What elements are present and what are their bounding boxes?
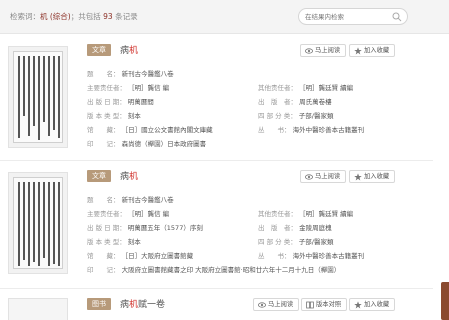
summary-prefix: 检索词： — [10, 12, 40, 21]
record-card: 文章 病机 马上阅读 加入收藏 题 名： 新刊古今醫鑑八卷 主要责任者： ［明］… — [0, 162, 425, 286]
book-thumbnail[interactable] — [8, 172, 68, 274]
side-float-tab[interactable] — [441, 282, 449, 320]
compare-icon — [306, 301, 314, 309]
add-favorite-button[interactable]: 加入收藏 — [349, 298, 396, 311]
title-text-suffix: 赋一卷 — [138, 300, 166, 310]
record-divider — [0, 160, 433, 161]
eye-icon — [258, 302, 266, 308]
result-search-input[interactable] — [305, 11, 393, 23]
field-other-resp: 其他责任者： ［明］龔廷賢 續編 — [258, 210, 354, 218]
read-now-label: 马上阅读 — [315, 173, 341, 180]
title-highlight: 机 — [129, 46, 139, 56]
field-publisher: 出 版 者： 金陵周庭槐 — [258, 224, 332, 232]
book-page-image — [13, 177, 63, 269]
field-series: 丛 书： 海外中醫珍善本古籍叢刊 — [258, 252, 365, 260]
field-edition: 版 本 类 型： 刻本 — [87, 238, 141, 246]
book-thumbnail[interactable] — [8, 298, 68, 320]
field-pub-date: 出 版 日 期： 明萬曆五年（1577）序刻 — [87, 224, 203, 232]
search-keyword: 机 (综合) — [40, 12, 71, 21]
record-type-badge: 图书 — [87, 298, 111, 310]
field-main-resp: 主要责任者： ［明］龔信 編 — [87, 210, 170, 218]
record-type-badge: 文章 — [87, 44, 111, 56]
title-highlight: 机 — [129, 300, 139, 310]
field-seal: 印 记： 森尚德（櫸園）日本政府圖書 — [87, 140, 207, 148]
read-now-button[interactable]: 马上阅读 — [300, 170, 347, 183]
field-other-resp: 其他责任者： ［明］龔廷賢 續編 — [258, 84, 354, 92]
title-text: 病 — [120, 46, 130, 56]
field-title: 题 名： 新刊古今醫鑑八卷 — [87, 196, 174, 204]
star-icon — [354, 173, 362, 181]
field-seal: 印 记： 大阪府立圖書館藏書之印 大阪府立圖書館·昭和廿六年十二月十九日（櫸園） — [87, 266, 341, 274]
record-card: 图书 病机赋一卷 马上阅读 版本对照 加入收藏 — [0, 290, 425, 320]
read-now-label: 马上阅读 — [315, 47, 341, 54]
record-title-link[interactable]: 病机 — [120, 169, 138, 182]
star-icon — [354, 301, 362, 309]
field-main-resp: 主要责任者： ［明］龔信 編 — [87, 84, 170, 92]
record-title-link[interactable]: 病机赋一卷 — [120, 297, 165, 310]
record-title-link[interactable]: 病机 — [120, 43, 138, 56]
read-now-button[interactable]: 马上阅读 — [300, 44, 347, 57]
add-favorite-button[interactable]: 加入收藏 — [349, 170, 396, 183]
field-category: 四 部 分 类： 子部/醫家類 — [258, 112, 334, 120]
book-thumbnail[interactable] — [8, 46, 68, 148]
add-favorite-label: 加入收藏 — [364, 173, 390, 180]
version-compare-button[interactable]: 版本对照 — [301, 298, 348, 311]
version-compare-label: 版本对照 — [316, 301, 342, 308]
record-divider — [0, 288, 433, 289]
eye-icon — [305, 48, 313, 54]
title-highlight: 机 — [129, 172, 139, 182]
result-search-box[interactable] — [298, 8, 408, 25]
search-icon[interactable] — [392, 12, 402, 22]
add-favorite-label: 加入收藏 — [364, 301, 390, 308]
add-favorite-button[interactable]: 加入收藏 — [349, 44, 396, 57]
field-series: 丛 书： 海外中醫珍善本古籍叢刊 — [258, 126, 365, 134]
result-count: 93 — [103, 12, 113, 21]
field-edition: 版 本 类 型： 刻本 — [87, 112, 141, 120]
field-pub-date: 出 版 日 期： 明萬曆間 — [87, 98, 154, 106]
field-title: 题 名： 新刊古今醫鑑八卷 — [87, 70, 174, 78]
star-icon — [354, 47, 362, 55]
result-summary: 检索词：机 (综合)；共包括 93 条记录 — [10, 11, 138, 22]
read-now-button[interactable]: 马上阅读 — [253, 298, 300, 311]
eye-icon — [305, 174, 313, 180]
field-holdings: 馆 藏： ［日］大阪府立圖書館藏 — [87, 252, 194, 260]
book-page-image — [13, 51, 63, 143]
title-text: 病 — [120, 300, 130, 310]
field-category: 四 部 分 类： 子部/醫家類 — [258, 238, 334, 246]
record-type-badge: 文章 — [87, 170, 111, 182]
read-now-label: 马上阅读 — [268, 301, 294, 308]
results-header: 检索词：机 (综合)；共包括 93 条记录 — [0, 0, 449, 34]
summary-suffix: 条记录 — [115, 12, 138, 21]
title-text: 病 — [120, 172, 130, 182]
add-favorite-label: 加入收藏 — [364, 47, 390, 54]
field-holdings: 馆 藏： ［日］國立公文書館內閣文庫藏 — [87, 126, 213, 134]
summary-mid: ；共包括 — [70, 12, 101, 21]
field-publisher: 出 版 者： 周氏萬卷樓 — [258, 98, 332, 106]
record-card: 文章 病机 马上阅读 加入收藏 题 名： 新刊古今醫鑑八卷 主要责任者： ［明］… — [0, 36, 425, 158]
